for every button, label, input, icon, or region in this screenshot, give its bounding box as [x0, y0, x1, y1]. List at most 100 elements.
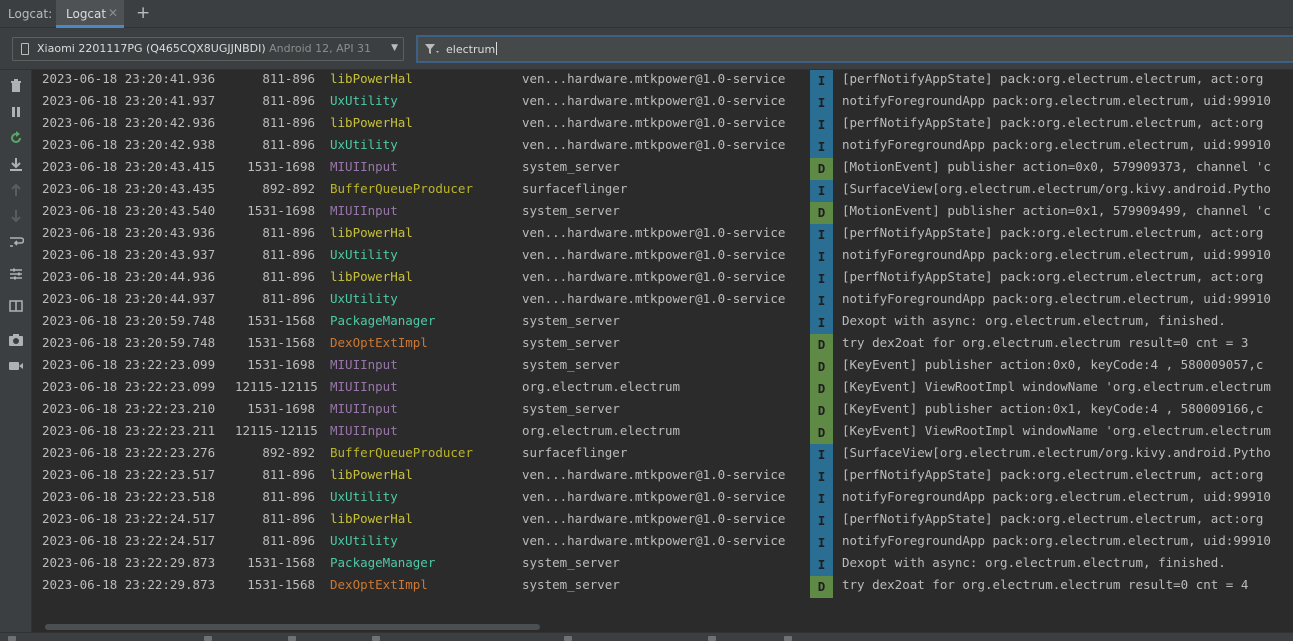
log-package: surfaceflinger — [522, 445, 628, 460]
scroll-to-end-icon[interactable] — [8, 156, 24, 172]
log-level-badge: I — [810, 136, 833, 158]
log-message: [KeyEvent] ViewRootImpl windowName 'org.… — [842, 379, 1271, 394]
log-row[interactable]: 2023-06-18 23:20:43.540 1531-1698 MIUIInpu… — [33, 202, 1293, 224]
log-message: [perfNotifyAppState] pack:org.electrum.e… — [842, 511, 1264, 526]
log-tag: libPowerHal — [330, 115, 413, 130]
status-icon — [784, 636, 792, 641]
log-pid: 892-892 — [262, 445, 315, 460]
log-timestamp: 2023-06-18 23:20:43.540 — [42, 203, 216, 218]
chevron-down-icon[interactable]: ▼ — [391, 43, 398, 53]
log-message: [KeyEvent] publisher action:0x1, keyCode… — [842, 401, 1264, 416]
log-timestamp: 2023-06-18 23:20:41.936 — [42, 71, 216, 86]
status-icon — [8, 636, 16, 641]
log-package: surfaceflinger — [522, 181, 628, 196]
restart-icon[interactable] — [8, 130, 24, 146]
log-timestamp: 2023-06-18 23:22:24.517 — [42, 533, 216, 548]
log-timestamp: 2023-06-18 23:22:29.873 — [42, 555, 216, 570]
log-pid: 811-896 — [262, 115, 315, 130]
log-tag: UxUtility — [330, 533, 398, 548]
log-timestamp: 2023-06-18 23:20:41.937 — [42, 93, 216, 108]
log-package: ven...hardware.mtkpower@1.0-service — [522, 93, 786, 108]
log-row[interactable]: 2023-06-18 23:20:59.748 1531-1568 DexOptEx… — [33, 334, 1293, 356]
log-package: system_server — [522, 203, 620, 218]
log-row[interactable]: 2023-06-18 23:20:43.435 892-892 BufferQueu… — [33, 180, 1293, 202]
scrollbar-thumb[interactable] — [45, 624, 540, 630]
log-timestamp: 2023-06-18 23:22:23.276 — [42, 445, 216, 460]
log-row[interactable]: 2023-06-18 23:22:23.211 12115-12115 MIUIIn… — [33, 422, 1293, 444]
log-row[interactable]: 2023-06-18 23:20:41.937 811-896 UxUtility v… — [33, 92, 1293, 114]
tab-logcat[interactable]: Logcat ✕ — [56, 0, 124, 28]
log-row[interactable]: 2023-06-18 23:22:29.873 1531-1568 DexOptEx… — [33, 576, 1293, 598]
log-level-badge: I — [810, 466, 833, 488]
log-message: [MotionEvent] publisher action=0x1, 5799… — [842, 203, 1271, 218]
log-timestamp: 2023-06-18 23:20:43.415 — [42, 159, 216, 174]
log-timestamp: 2023-06-18 23:20:44.936 — [42, 269, 216, 284]
logcat-output[interactable]: 2023-06-18 23:20:41.936 811-896 libPowerHa… — [33, 70, 1293, 622]
log-row[interactable]: 2023-06-18 23:22:23.099 1531-1698 MIUIInpu… — [33, 356, 1293, 378]
down-arrow-icon[interactable] — [8, 208, 24, 224]
log-pid: 1531-1568 — [247, 313, 315, 328]
horizontal-scrollbar[interactable] — [33, 622, 1293, 632]
trash-icon[interactable] — [8, 78, 24, 94]
log-tag: BufferQueueProducer — [330, 445, 473, 460]
log-timestamp: 2023-06-18 23:22:23.099 — [42, 357, 216, 372]
log-tag: libPowerHal — [330, 467, 413, 482]
pause-icon[interactable] — [8, 104, 24, 120]
log-pid: 1531-1698 — [247, 203, 315, 218]
log-row[interactable]: 2023-06-18 23:22:23.276 892-892 BufferQueu… — [33, 444, 1293, 466]
log-row[interactable]: 2023-06-18 23:20:41.936 811-896 libPowerHa… — [33, 70, 1293, 92]
log-row[interactable]: 2023-06-18 23:22:23.518 811-896 UxUtility v… — [33, 488, 1293, 510]
log-row[interactable]: 2023-06-18 23:20:43.936 811-896 libPowerHa… — [33, 224, 1293, 246]
status-icon — [288, 636, 296, 641]
log-row[interactable]: 2023-06-18 23:20:59.748 1531-1568 PackageM… — [33, 312, 1293, 334]
log-message: [KeyEvent] publisher action:0x0, keyCode… — [842, 357, 1264, 372]
soft-wrap-icon[interactable] — [8, 234, 24, 250]
log-row[interactable]: 2023-06-18 23:20:44.937 811-896 UxUtility v… — [33, 290, 1293, 312]
log-tag: PackageManager — [330, 313, 436, 328]
log-timestamp: 2023-06-18 23:22:24.517 — [42, 511, 216, 526]
log-message: [KeyEvent] ViewRootImpl windowName 'org.… — [842, 423, 1271, 438]
log-message: notifyForegroundApp pack:org.electrum.el… — [842, 93, 1271, 108]
filter-input[interactable]: electrum — [416, 35, 1293, 63]
add-tab-icon[interactable]: + — [136, 3, 150, 23]
log-level-badge: I — [810, 554, 833, 576]
up-arrow-icon[interactable] — [8, 182, 24, 198]
log-row[interactable]: 2023-06-18 23:22:24.517 811-896 libPowerHa… — [33, 510, 1293, 532]
log-row[interactable]: 2023-06-18 23:20:44.936 811-896 libPowerHa… — [33, 268, 1293, 290]
log-row[interactable]: 2023-06-18 23:22:24.517 811-896 UxUtility v… — [33, 532, 1293, 554]
log-pid: 811-896 — [262, 489, 315, 504]
log-message: [perfNotifyAppState] pack:org.electrum.e… — [842, 225, 1264, 240]
status-icon — [204, 636, 212, 641]
camera-icon[interactable] — [8, 332, 24, 348]
log-row[interactable]: 2023-06-18 23:22:23.517 811-896 libPowerHa… — [33, 466, 1293, 488]
log-package: org.electrum.electrum — [522, 423, 681, 438]
log-tag: libPowerHal — [330, 269, 413, 284]
log-level-badge: I — [810, 532, 833, 554]
log-message: [perfNotifyAppState] pack:org.electrum.e… — [842, 71, 1264, 86]
log-timestamp: 2023-06-18 23:20:42.936 — [42, 115, 216, 130]
log-tag: DexOptExtImpl — [330, 335, 428, 350]
log-timestamp: 2023-06-18 23:20:43.937 — [42, 247, 216, 262]
log-package: system_server — [522, 159, 620, 174]
log-row[interactable]: 2023-06-18 23:22:23.099 12115-12115 MIUIIn… — [33, 378, 1293, 400]
log-row[interactable]: 2023-06-18 23:20:42.936 811-896 libPowerHa… — [33, 114, 1293, 136]
log-pid: 1531-1568 — [247, 577, 315, 592]
log-row[interactable]: 2023-06-18 23:20:43.937 811-896 UxUtility v… — [33, 246, 1293, 268]
tool-window-tabbar: Logcat: Logcat ✕ + — [0, 0, 1293, 28]
device-selector[interactable]: Xiaomi 2201117PG (Q465CQX8UGJJNBDI) Andr… — [12, 37, 404, 61]
log-row[interactable]: 2023-06-18 23:20:43.415 1531-1698 MIUIInpu… — [33, 158, 1293, 180]
log-pid: 1531-1568 — [247, 335, 315, 350]
log-row[interactable]: 2023-06-18 23:22:29.873 1531-1568 PackageM… — [33, 554, 1293, 576]
log-row[interactable]: 2023-06-18 23:22:23.210 1531-1698 MIUIInpu… — [33, 400, 1293, 422]
settings-icon[interactable] — [8, 266, 24, 282]
split-panels-icon[interactable] — [8, 298, 24, 314]
text-caret — [496, 42, 498, 55]
video-icon[interactable] — [8, 358, 24, 374]
close-icon[interactable]: ✕ — [108, 6, 118, 20]
log-level-badge: I — [810, 224, 833, 246]
status-icon — [564, 636, 572, 641]
filter-icon[interactable] — [424, 42, 440, 56]
log-pid: 892-892 — [262, 181, 315, 196]
log-tag: UxUtility — [330, 247, 398, 262]
log-row[interactable]: 2023-06-18 23:20:42.938 811-896 UxUtility v… — [33, 136, 1293, 158]
